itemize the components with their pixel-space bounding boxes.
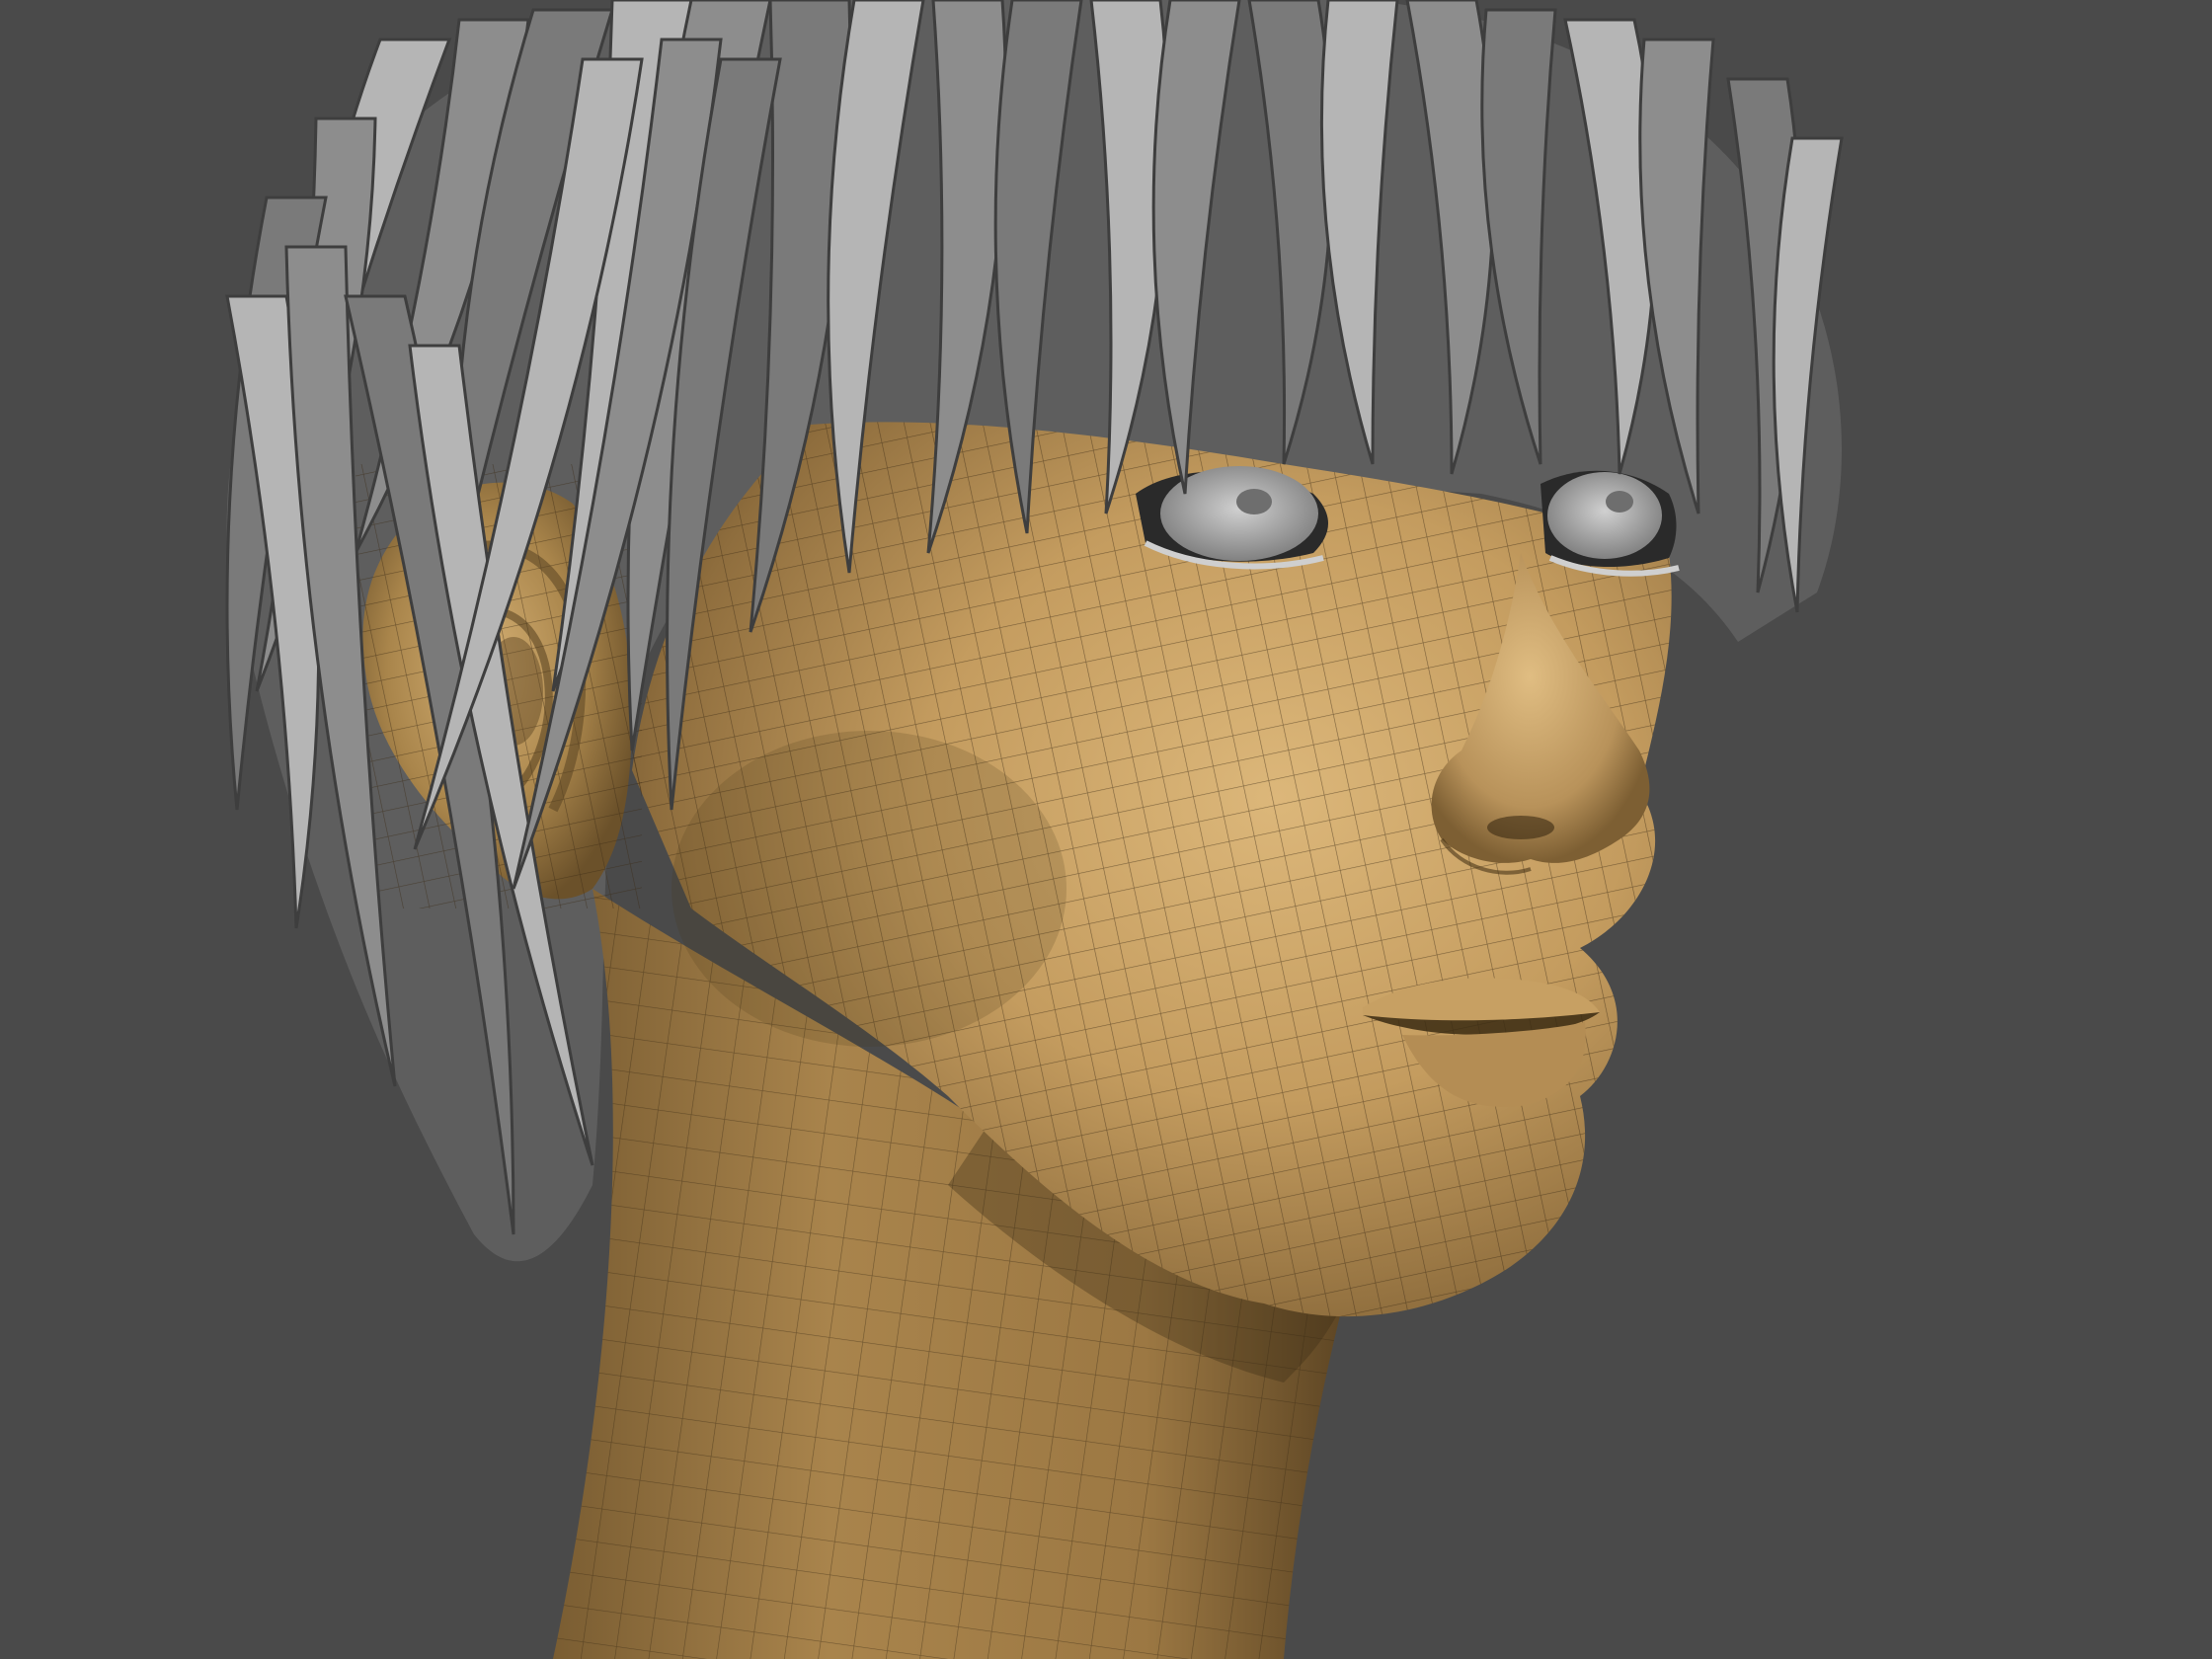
head-sculpt-render — [0, 0, 2212, 1659]
sculpt-viewport[interactable] — [0, 0, 2212, 1659]
